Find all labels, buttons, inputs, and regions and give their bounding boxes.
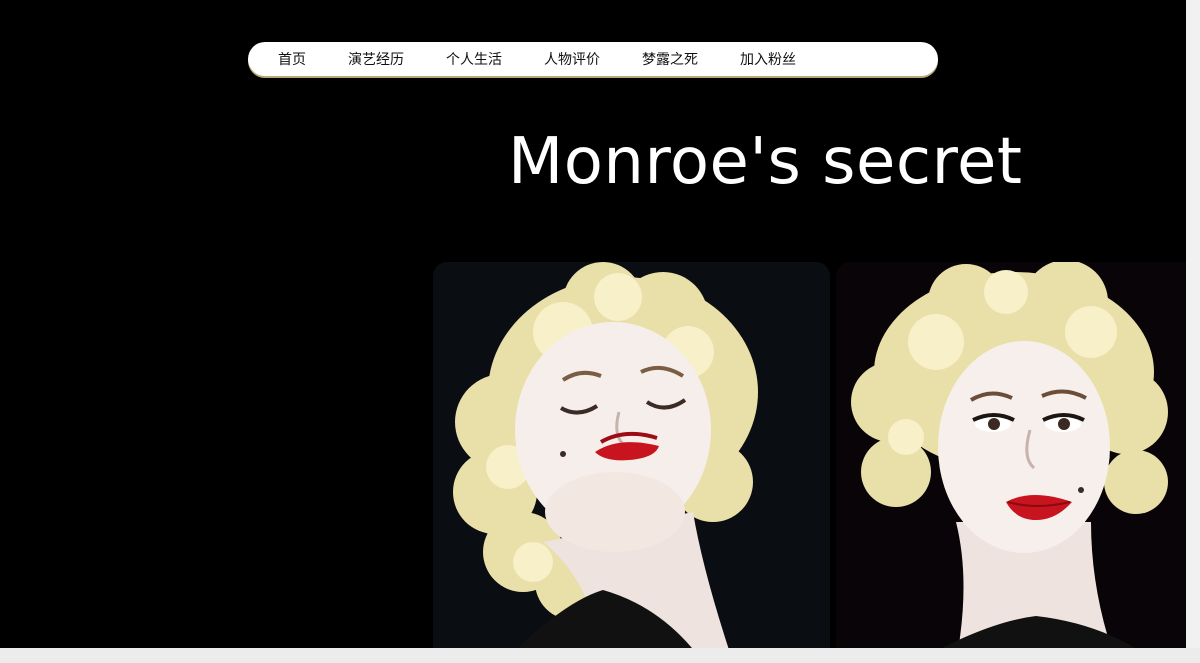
portrait-photo-1 <box>433 262 830 648</box>
nav-item-reviews[interactable]: 人物评价 <box>544 49 600 69</box>
portrait-photo-2 <box>836 262 1186 648</box>
vertical-scrollbar[interactable] <box>1186 0 1200 648</box>
page-background: 首页 演艺经历 个人生活 人物评价 梦露之死 加入粉丝 Monroe's sec… <box>0 0 1186 648</box>
page-title: Monroe's secret <box>508 125 1023 199</box>
nav-item-death[interactable]: 梦露之死 <box>642 49 698 69</box>
nav-item-career[interactable]: 演艺经历 <box>348 49 404 69</box>
main-nav: 首页 演艺经历 个人生活 人物评价 梦露之死 加入粉丝 <box>248 42 938 76</box>
portrait-eyes-closed-photo <box>433 262 830 648</box>
nav-item-home[interactable]: 首页 <box>278 49 306 69</box>
nav-item-personal-life[interactable]: 个人生活 <box>446 49 502 69</box>
portrait-eyes-open-photo <box>836 262 1186 648</box>
nav-item-join-fans[interactable]: 加入粉丝 <box>740 49 796 69</box>
